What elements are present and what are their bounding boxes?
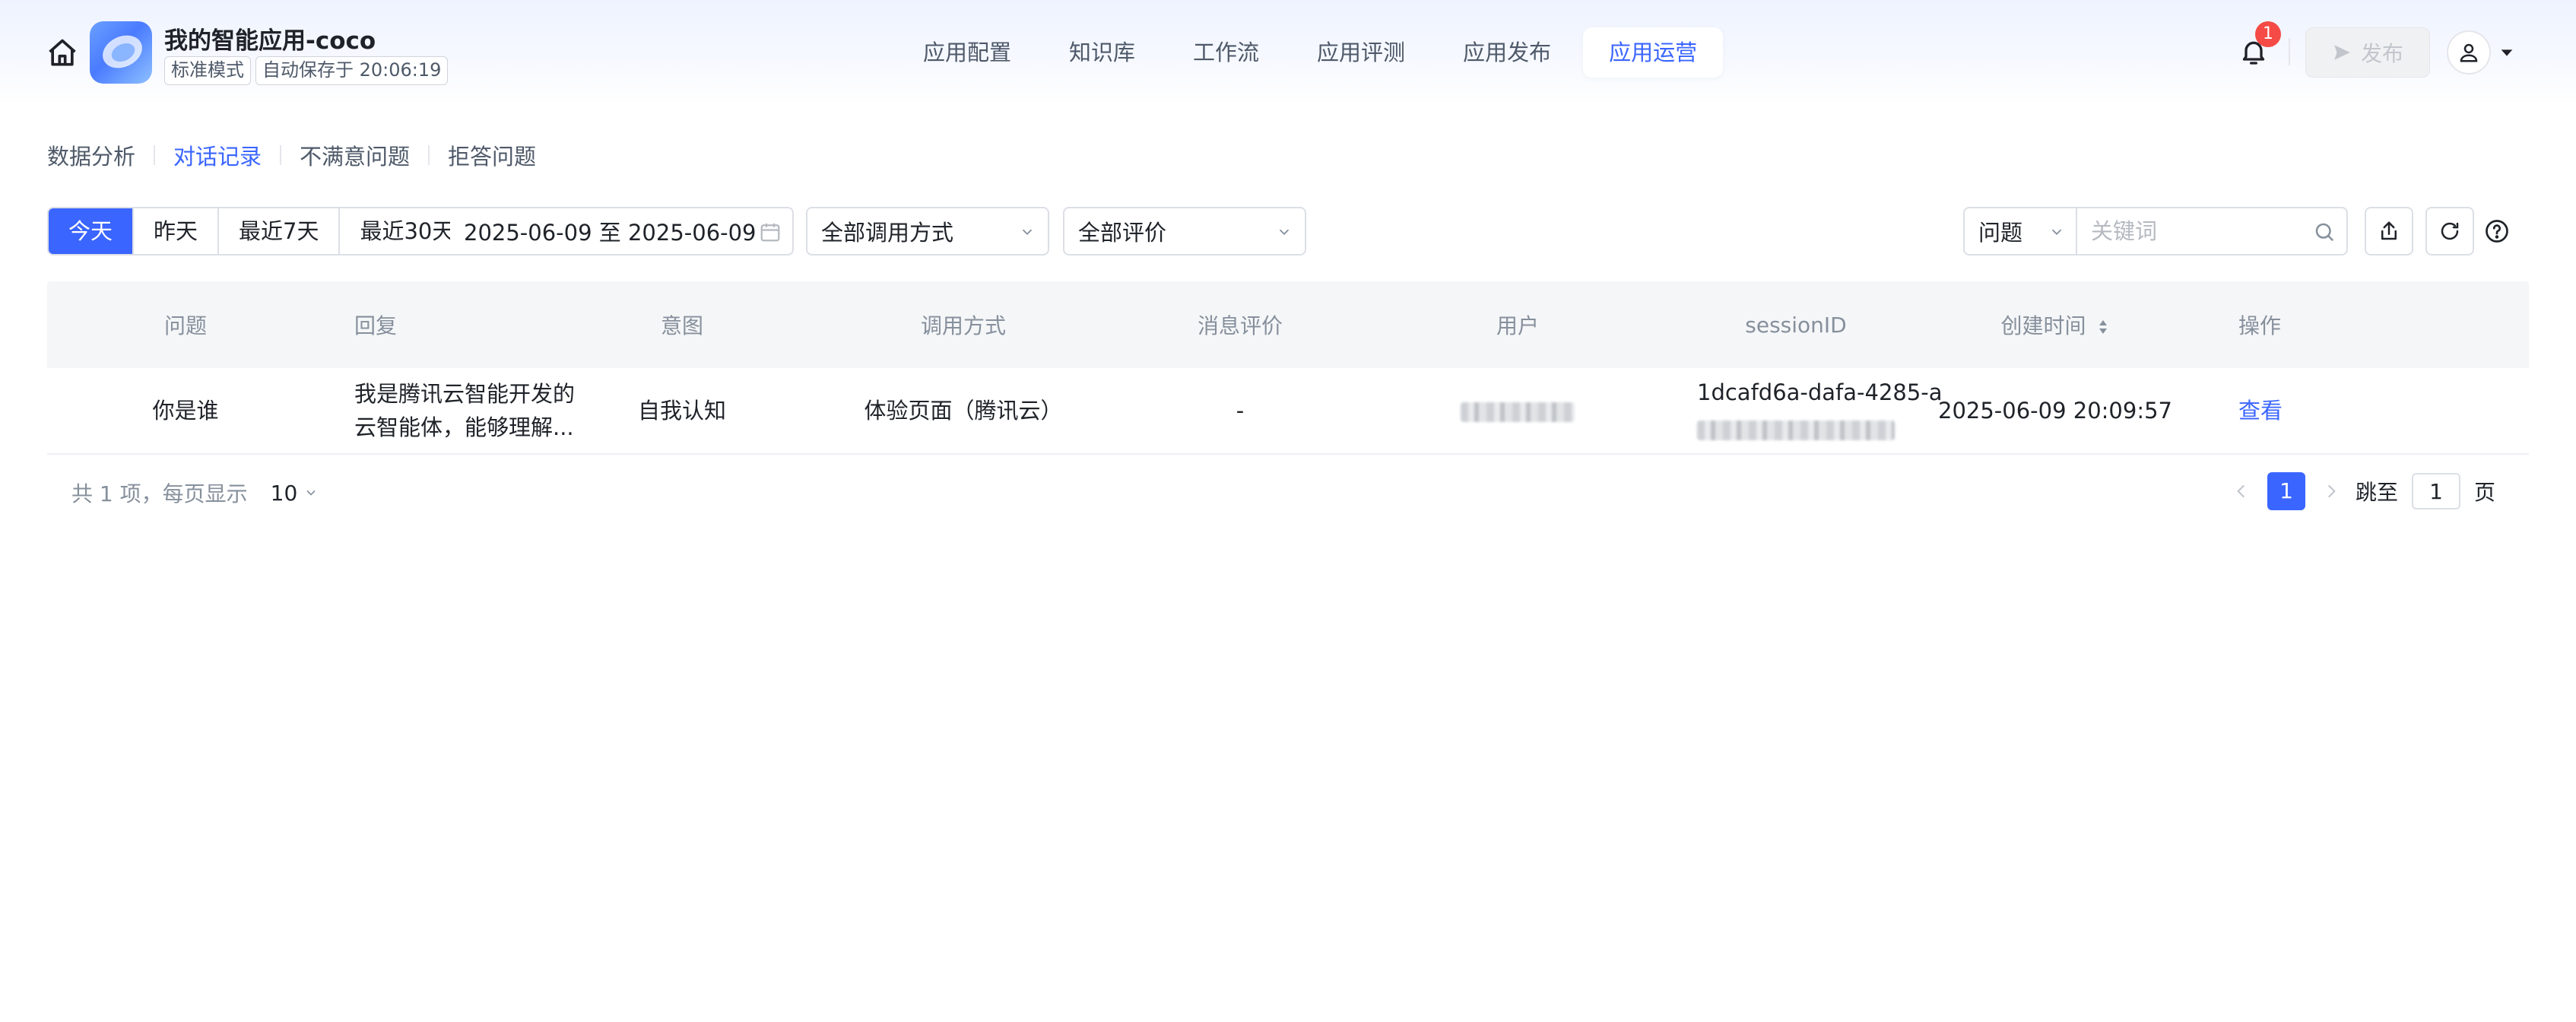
subtab-divider	[280, 145, 282, 165]
autosave-tag: 自动保存于 20:06:19	[255, 56, 449, 85]
column-header-question: 问题	[163, 313, 207, 338]
chevron-down-icon	[2051, 229, 2062, 236]
export-icon	[2381, 221, 2397, 240]
redacted-user	[1461, 402, 1575, 422]
refresh-icon	[2441, 222, 2459, 240]
pagination: 1 跳至 页	[2228, 471, 2495, 511]
column-header-session: sessionID	[1745, 312, 1847, 338]
subtab-divider	[428, 145, 430, 165]
tab-app-config[interactable]: 应用配置	[897, 27, 1037, 78]
calendar-icon	[760, 223, 780, 242]
send-icon	[2334, 45, 2350, 60]
date-range-value: 2025-06-09 至 2025-06-09	[464, 220, 757, 246]
search-type-value: 问题	[1978, 220, 2023, 246]
subtab-unsatisfied[interactable]: 不满意问题	[300, 139, 410, 171]
column-header-method: 调用方式	[920, 313, 1006, 338]
chevron-down-icon	[1279, 229, 1290, 236]
search-type-select[interactable]: 问题	[1963, 207, 2077, 256]
cell-session-text: 1dcafd6a-dafa-4285-a	[1697, 379, 1943, 405]
publish-button-label: 发布	[2360, 41, 2403, 66]
caret-down-icon[interactable]	[2498, 44, 2515, 61]
tab-app-publish[interactable]: 应用发布	[1437, 27, 1577, 78]
search-input[interactable]	[2077, 208, 2305, 254]
subtab-data-analysis[interactable]: 数据分析	[47, 139, 135, 171]
cell-rating: -	[1236, 398, 1245, 424]
app-logo	[90, 21, 152, 84]
date-range-picker[interactable]: 2025-06-09 至 2025-06-09	[450, 207, 794, 256]
range-today-button[interactable]: 今天	[49, 208, 135, 254]
subtab-rejected[interactable]: 拒答问题	[448, 139, 536, 171]
page-suffix: 页	[2474, 480, 2496, 505]
rating-value: 全部评价	[1078, 220, 1167, 246]
pagination-summary-text: 共 1 项，每页显示	[71, 481, 248, 506]
cell-ops: 查看	[2216, 394, 2352, 427]
column-header-reply: 回复	[354, 313, 398, 338]
column-header-ops: 操作	[2238, 313, 2282, 338]
range-7days-button[interactable]: 最近7天	[219, 208, 341, 254]
redacted-session	[1697, 412, 1895, 446]
export-button[interactable]	[2365, 207, 2413, 256]
cell-created: 2025-06-09 20:09:57	[1938, 398, 2172, 424]
cell-question: 你是谁	[152, 398, 219, 424]
mode-tag: 标准模式	[164, 56, 251, 85]
cell-session: 1dcafd6a-dafa-4285-a	[1697, 376, 1943, 446]
subtab-conversation-log[interactable]: 对话记录	[173, 139, 262, 171]
rating-select[interactable]: 全部评价	[1063, 207, 1306, 256]
table-header: 问题 回复 意图 调用方式 消息评价 用户 sessionID 创建时间 操作	[47, 281, 2529, 368]
user-avatar[interactable]	[2447, 30, 2491, 75]
cell-user	[1338, 394, 1697, 427]
search-group: 问题	[1963, 207, 2348, 256]
view-link[interactable]: 查看	[2238, 398, 2283, 424]
app-name: 我的智能应用-coco	[164, 27, 376, 55]
cell-reply: 我是腾讯云智能开发的云智能体，能够理解...	[324, 377, 579, 444]
cell-intent: 自我认知	[637, 398, 726, 424]
column-header-rating: 消息评价	[1197, 313, 1283, 338]
pagination-summary: 共 1 项，每页显示 10	[71, 478, 319, 508]
notification-badge: 1	[2255, 21, 2281, 47]
subtabs: 数据分析 对话记录 不满意问题 拒答问题	[47, 138, 536, 172]
header-divider	[2289, 38, 2290, 65]
cell-reply-text: 我是腾讯云智能开发的云智能体，能够理解...	[354, 381, 576, 440]
home-icon[interactable]	[46, 36, 79, 70]
page-size-value: 10	[270, 480, 298, 506]
conversation-table: 问题 回复 意图 调用方式 消息评价 用户 sessionID 创建时间 操作 …	[47, 281, 2529, 455]
refresh-button[interactable]	[2425, 207, 2474, 256]
next-page-icon[interactable]	[2317, 478, 2345, 505]
jump-page-input[interactable]	[2412, 473, 2461, 509]
help-icon[interactable]	[2483, 217, 2511, 245]
cell-method: 体验页面（腾讯云）	[864, 398, 1063, 424]
page-size-select[interactable]: 10	[271, 481, 319, 506]
table-row: 你是谁 我是腾讯云智能开发的云智能体，能够理解... 自我认知 体验页面（腾讯云…	[47, 368, 2529, 455]
invoke-method-select[interactable]: 全部调用方式	[806, 207, 1049, 256]
invoke-method-value: 全部调用方式	[821, 220, 954, 246]
range-yesterday-button[interactable]: 昨天	[134, 208, 220, 254]
column-header-created[interactable]: 创建时间	[1895, 309, 2216, 340]
column-header-user: 用户	[1496, 313, 1539, 338]
chevron-down-icon	[306, 490, 316, 496]
quick-range-group: 今天 昨天 最近7天 最近30天	[47, 207, 476, 256]
tab-app-operations[interactable]: 应用运营	[1583, 27, 1724, 78]
user-icon	[2460, 43, 2478, 62]
jump-label: 跳至	[2356, 480, 2399, 505]
tab-knowledge-base[interactable]: 知识库	[1043, 27, 1161, 78]
sort-icon[interactable]	[2097, 319, 2109, 335]
tab-workflow[interactable]: 工作流	[1167, 27, 1285, 78]
main-nav: 应用配置 知识库 工作流 应用评测 应用发布 应用运营	[897, 27, 1724, 78]
prev-page-icon[interactable]	[2228, 478, 2255, 505]
search-input-wrapper	[2077, 207, 2348, 256]
chevron-down-icon	[1022, 229, 1033, 236]
page-number-button[interactable]: 1	[2267, 472, 2305, 510]
tab-app-evaluation[interactable]: 应用评测	[1291, 27, 1431, 78]
search-icon[interactable]	[2313, 221, 2336, 243]
publish-button[interactable]: 发布	[2305, 27, 2430, 78]
column-header-created-label: 创建时间	[2000, 313, 2086, 338]
subtab-divider	[154, 145, 156, 165]
column-header-intent: 意图	[660, 313, 703, 338]
